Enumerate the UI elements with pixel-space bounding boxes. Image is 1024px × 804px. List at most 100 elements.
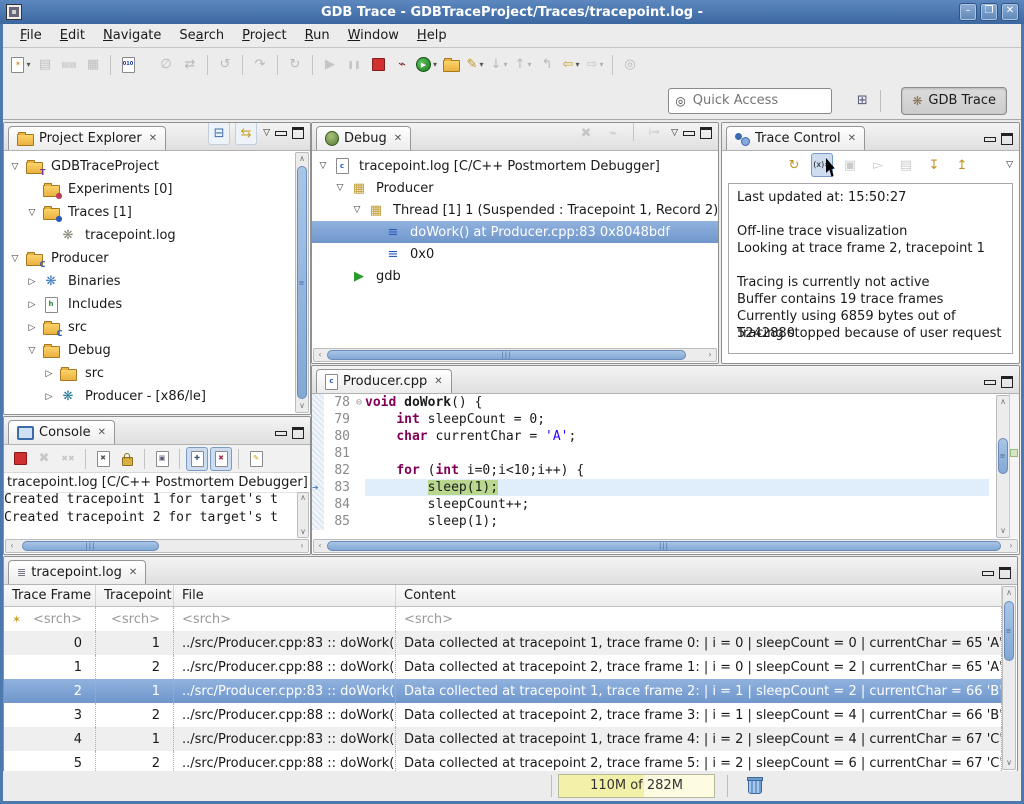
close-tab-icon[interactable]: ✕ (129, 567, 137, 578)
close-tab-icon[interactable]: ✕ (848, 133, 856, 144)
menu-navigate[interactable]: Navigate (94, 26, 170, 45)
maximize-button[interactable]: ❐ (980, 3, 998, 21)
table-row[interactable]: 41../src/Producer.cpp:83 :: doWork()Data… (4, 727, 1002, 751)
tree-expander-icon[interactable]: ▷ (25, 300, 39, 310)
menu-run[interactable]: Run (296, 26, 339, 45)
tree-item[interactable]: ▷❋Producer - [x86/le] (4, 385, 295, 408)
show-stdout-toggle-icon[interactable]: ✚ (186, 447, 208, 471)
menu-edit[interactable]: Edit (51, 26, 94, 45)
previous-trace-record-icon[interactable]: ↥ (951, 153, 973, 177)
view-menu-icon[interactable]: ▽ (263, 128, 270, 138)
collapse-all-icon[interactable]: ⊟ (208, 122, 230, 145)
quick-access-input[interactable] (691, 92, 805, 109)
menu-search[interactable]: Search (170, 26, 233, 45)
code-line[interactable]: 79 int sleepCount = 0; (312, 411, 989, 428)
open-perspective-icon[interactable]: ⊞ (851, 89, 873, 113)
view-menu-icon[interactable]: ▽ (1006, 160, 1013, 170)
close-tab-icon[interactable]: ✕ (149, 133, 157, 144)
minimize-view-icon[interactable] (683, 131, 695, 136)
scroll-down-icon[interactable]: ∨ (997, 525, 1009, 537)
table-filter-row[interactable]: ✶<srch><srch><srch><srch> (4, 607, 1002, 631)
open-folder-icon[interactable] (440, 53, 462, 77)
tree-expander-icon[interactable]: ▽ (316, 161, 330, 171)
filter-cell[interactable]: <srch> (174, 607, 396, 631)
tree-item[interactable]: ▽▦Producer (312, 177, 718, 199)
scroll-thumb[interactable]: ||| (327, 350, 686, 360)
minimize-view-icon[interactable] (982, 571, 994, 576)
scroll-down-icon[interactable]: ∨ (297, 526, 309, 538)
maximize-view-icon[interactable] (1001, 376, 1013, 388)
minimize-view-icon[interactable] (984, 137, 996, 142)
quick-access-box[interactable]: ◎ (668, 88, 832, 114)
tree-item[interactable]: ❋tracepoint.log (4, 224, 295, 247)
scroll-right-icon[interactable]: › (704, 349, 716, 361)
tree-expander-icon[interactable]: ▽ (333, 183, 347, 193)
project-explorer-vscrollbar[interactable]: ∧ ≡ ∨ (295, 152, 309, 413)
new-binary-file-icon[interactable]: 010 (117, 53, 139, 77)
disconnect-icon[interactable]: ⌁ (391, 53, 413, 77)
tree-item[interactable]: ▽●Traces [1] (4, 201, 295, 224)
tab-tracepoint-log[interactable]: ≣ tracepoint.log ✕ (8, 560, 146, 584)
tree-item[interactable]: ≡0x0 (312, 243, 718, 265)
next-trace-record-icon[interactable]: ↧ (923, 153, 945, 177)
scroll-lock-icon[interactable] (116, 447, 138, 471)
view-menu-icon[interactable]: ▽ (671, 128, 678, 138)
run-icon[interactable]: ▶▾ (415, 53, 438, 77)
tree-expander-icon[interactable]: ▷ (25, 323, 39, 333)
tree-item[interactable]: ▽ctracepoint.log [C/C++ Postmortem Debug… (312, 155, 718, 177)
terminate-icon[interactable] (9, 447, 31, 471)
tree-item[interactable]: ▷❋Binaries (4, 270, 295, 293)
table-row[interactable]: 52../src/Producer.cpp:88 :: doWork()Data… (4, 751, 1002, 772)
scroll-thumb[interactable]: ≡ (1004, 601, 1014, 661)
minimize-view-icon[interactable] (984, 380, 996, 385)
maximize-view-icon[interactable] (1001, 133, 1013, 145)
scroll-down-icon[interactable]: ∨ (296, 400, 308, 412)
scroll-up-icon[interactable]: ∧ (296, 153, 308, 165)
scroll-up-icon[interactable]: ∧ (1003, 587, 1015, 599)
dropdown-arrow-icon[interactable]: ▾ (479, 60, 483, 69)
scroll-thumb[interactable]: ≡ (998, 438, 1008, 474)
code-line[interactable]: 85 sleep(1); (312, 513, 989, 530)
code-line[interactable]: 82 for (int i=0;i<10;i++) { (312, 462, 989, 479)
dropdown-arrow-icon[interactable]: ▾ (575, 60, 579, 69)
tree-expander-icon[interactable]: ▷ (25, 277, 39, 287)
menu-help[interactable]: Help (408, 26, 456, 45)
column-header[interactable]: Tracepoint (96, 585, 174, 606)
table-row[interactable]: 01../src/Producer.cpp:83 :: doWork()Data… (4, 631, 1002, 655)
minimize-view-icon[interactable] (275, 131, 287, 136)
scroll-thumb[interactable]: ||| (327, 541, 1001, 551)
tab-trace-control[interactable]: Trace Control ✕ (726, 126, 865, 150)
dropdown-arrow-icon[interactable]: ▾ (26, 60, 30, 69)
link-with-editor-icon[interactable]: ⇆ (235, 122, 257, 145)
scroll-up-icon[interactable]: ∧ (997, 396, 1009, 408)
filter-cell[interactable]: <srch> (96, 607, 174, 631)
tree-expander-icon[interactable]: ▽ (350, 205, 364, 215)
tree-expander-icon[interactable]: ▷ (42, 392, 56, 402)
console-vscrollbar[interactable]: ∧ ∨ (297, 492, 309, 538)
column-header[interactable]: Content (396, 585, 1002, 606)
menu-window[interactable]: Window (339, 26, 408, 45)
clear-console-icon[interactable]: ✖ (92, 447, 114, 471)
tree-expander-icon[interactable]: ▽ (8, 254, 22, 264)
code-line[interactable]: 78⊖void doWork() { (312, 394, 989, 411)
tree-item[interactable]: ▽Debug (4, 339, 295, 362)
close-tab-icon[interactable]: ✕ (98, 427, 106, 438)
tree-item[interactable]: ▽▦Thread [1] 1 (Suspended : Tracepoint 1… (312, 199, 718, 221)
refresh-trace-icon[interactable]: ↻ (783, 153, 805, 177)
tree-expander-icon[interactable]: ▷ (42, 369, 56, 379)
table-vscrollbar[interactable]: ∧ ≡ ∨ (1002, 586, 1016, 770)
maximize-view-icon[interactable] (700, 127, 712, 139)
filter-cell[interactable]: ✶<srch> (4, 607, 96, 631)
scroll-left-icon[interactable]: ‹ (6, 540, 18, 552)
code-line[interactable]: 80 char currentChar = 'A'; (312, 428, 989, 445)
close-tab-icon[interactable]: ✕ (394, 133, 402, 144)
debug-hscrollbar[interactable]: ‹ ||| › (313, 348, 717, 362)
tree-expander-icon[interactable]: ▽ (25, 346, 39, 356)
code-line[interactable]: ➔83 sleep(1); (312, 479, 989, 496)
maximize-view-icon[interactable] (292, 127, 304, 139)
dropdown-arrow-icon[interactable]: ▾ (503, 60, 507, 69)
dropdown-arrow-icon[interactable]: ▾ (433, 60, 437, 69)
dropdown-arrow-icon[interactable]: ▾ (599, 60, 603, 69)
scroll-left-icon[interactable]: ‹ (314, 349, 326, 361)
scroll-down-icon[interactable]: ∨ (1003, 757, 1015, 769)
